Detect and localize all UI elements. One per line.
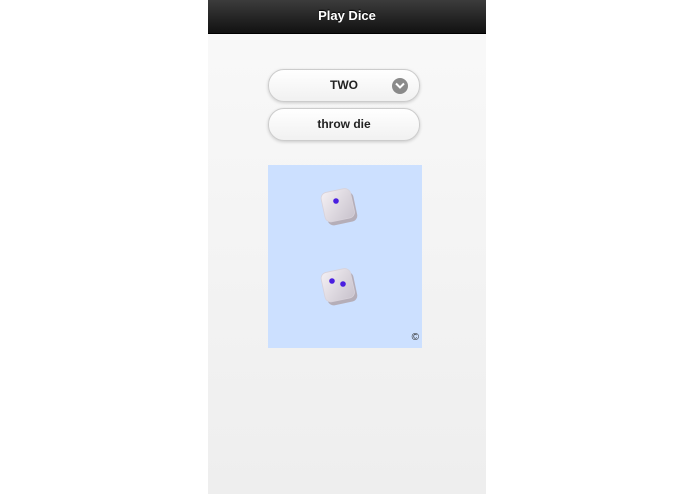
chevron-down-icon	[392, 78, 408, 94]
throw-die-button[interactable]: throw die	[268, 108, 420, 141]
page-title: Play Dice	[208, 0, 486, 34]
dice-count-select[interactable]: TWO	[268, 69, 420, 102]
die-two-icon	[320, 268, 358, 306]
copyright-mark: ©	[411, 332, 419, 343]
phone-screen: Play Dice TWO throw die ©	[208, 0, 486, 494]
die-one-icon	[320, 188, 358, 226]
dice-count-value: TWO	[330, 78, 358, 92]
dice-board: ©	[268, 165, 422, 348]
